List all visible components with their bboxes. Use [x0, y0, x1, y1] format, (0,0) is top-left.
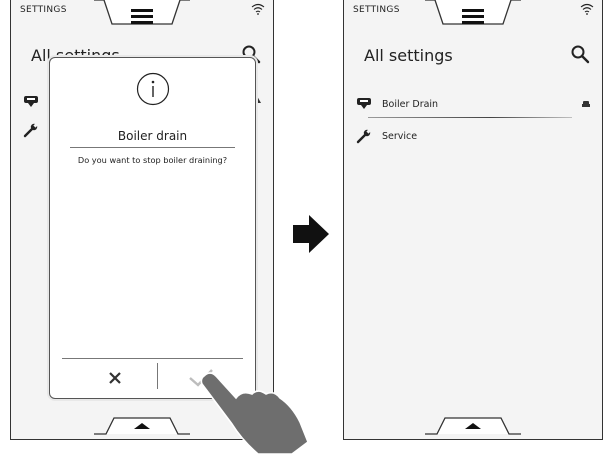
wifi-icon	[251, 3, 265, 15]
wrench-icon	[356, 129, 371, 144]
menu-item-service[interactable]: Service	[356, 125, 590, 147]
boiler-drain-dialog: Boiler drain Do you want to stop boiler …	[49, 57, 256, 399]
page-title: All settings	[364, 46, 453, 65]
cross-icon	[109, 372, 121, 384]
button-separator	[157, 363, 158, 389]
dialog-title: Boiler drain	[117, 129, 188, 143]
hamburger-menu-icon[interactable]	[131, 9, 153, 24]
status-indicator-icon	[582, 101, 590, 107]
menu-item-boiler-drain[interactable]: Boiler Drain	[356, 93, 590, 115]
bottom-scroll-tab[interactable]	[94, 415, 190, 435]
cancel-button[interactable]	[95, 364, 135, 392]
transition-arrow-icon	[293, 215, 329, 253]
status-label: SETTINGS	[353, 5, 400, 15]
menu-divider	[368, 117, 572, 118]
dialog-message: Do you want to stop boiler draining?	[77, 155, 228, 165]
search-icon[interactable]	[570, 44, 590, 64]
dialog-footer-divider	[62, 358, 243, 359]
device-right: SETTINGS All settings Boiler Drain Servi…	[343, 0, 603, 440]
menu-item-label: Boiler Drain	[382, 98, 439, 110]
dialog-divider	[70, 147, 235, 148]
info-icon	[136, 72, 169, 106]
boiler-drain-icon	[24, 96, 38, 107]
hamburger-menu-icon[interactable]	[462, 9, 484, 24]
wrench-icon	[23, 123, 38, 138]
boiler-drain-icon	[357, 98, 371, 109]
menu-item-label: Service	[382, 130, 418, 142]
bottom-scroll-tab[interactable]	[425, 415, 521, 435]
status-label: SETTINGS	[20, 5, 67, 15]
wifi-icon	[580, 3, 594, 15]
hand-pointer-icon	[200, 372, 309, 454]
